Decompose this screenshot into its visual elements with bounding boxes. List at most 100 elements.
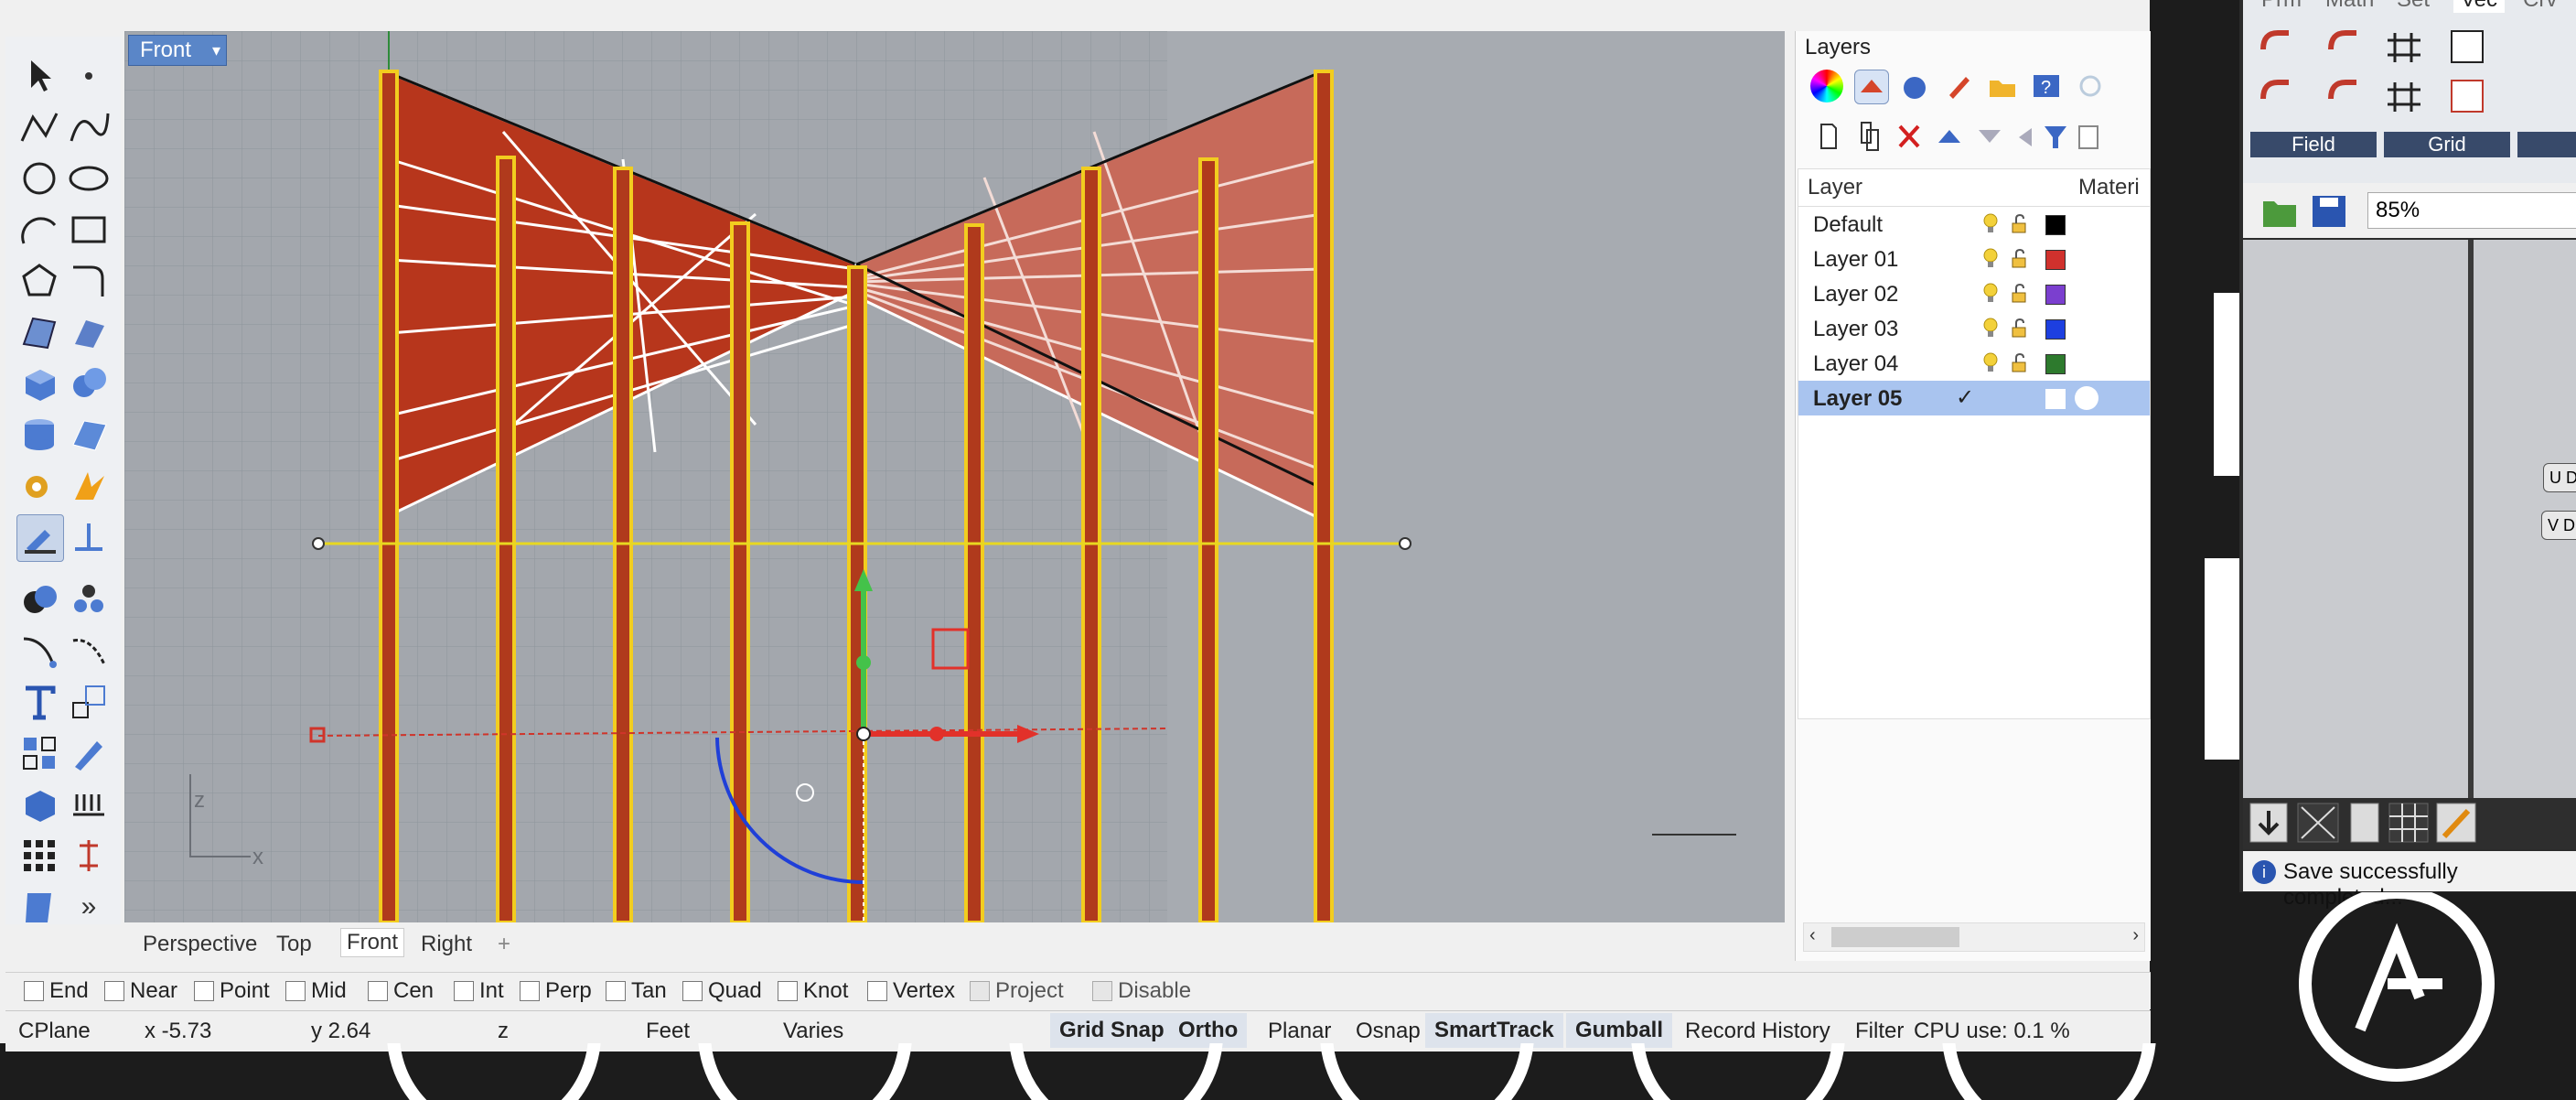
document-icon[interactable] (2350, 803, 2379, 843)
cplane-label[interactable]: CPlane (18, 1019, 91, 1044)
osnap-cen[interactable]: Cen (368, 978, 434, 1004)
horizontal-scrollbar[interactable]: ‹ › (1803, 922, 2145, 952)
group-label-next[interactable] (2517, 132, 2576, 157)
move-down-icon[interactable] (1979, 130, 2001, 143)
sketch-pen-icon[interactable] (2436, 803, 2476, 843)
osnap-toggle[interactable]: Osnap (1356, 1019, 1421, 1044)
front-viewport[interactable]: z x (124, 31, 1785, 922)
osnap-point[interactable]: Point (194, 978, 270, 1004)
open-file-icon[interactable] (2263, 201, 2296, 227)
layer-tools-icon[interactable] (2078, 125, 2098, 149)
text-icon[interactable] (16, 679, 62, 725)
planar-toggle[interactable]: Planar (1268, 1019, 1331, 1044)
gh-tab-set[interactable]: Set (2397, 0, 2430, 13)
checkbox-icon[interactable] (24, 981, 44, 1001)
dots-group-icon[interactable] (66, 577, 112, 622)
checkbox-icon[interactable] (368, 981, 388, 1001)
layer-color-swatch[interactable] (2045, 215, 2066, 235)
unlocked-icon[interactable] (2011, 318, 2029, 339)
sphere-icon[interactable] (66, 361, 112, 406)
delete-layer-icon[interactable] (1898, 124, 1920, 148)
visible-bulb-icon[interactable] (1981, 351, 2000, 373)
layer-row-03[interactable]: Layer 03 (1798, 311, 2150, 346)
scroll-left-chevron-icon[interactable]: ‹ (1809, 925, 1816, 946)
layer-color-swatch[interactable] (2045, 285, 2066, 305)
scale-icon[interactable] (66, 679, 112, 725)
gh-tab-prm[interactable]: Prm (2261, 0, 2302, 13)
explode-icon[interactable] (66, 463, 112, 509)
layer-color-swatch[interactable] (2045, 354, 2066, 374)
current-layer[interactable]: Varies (783, 1019, 843, 1044)
group-label-field[interactable]: Field (2250, 132, 2377, 157)
new-sublayer-icon[interactable] (1861, 122, 1879, 151)
scroll-right-chevron-icon[interactable]: › (2132, 925, 2139, 946)
layer-row-01[interactable]: Layer 01 (1798, 242, 2150, 276)
line-charge-icon[interactable] (2328, 80, 2356, 100)
rebuild-curve-icon[interactable] (66, 628, 112, 674)
osnap-int[interactable]: Int (454, 978, 504, 1004)
help-icon[interactable]: ? (2030, 70, 2063, 102)
extrude-icon[interactable] (66, 309, 112, 355)
layers-tab-icon[interactable] (1854, 70, 1889, 104)
render-icon[interactable] (1898, 70, 1931, 102)
block-icon[interactable] (16, 782, 62, 827)
gh-tab-crv[interactable]: Crv (2523, 0, 2557, 13)
visible-bulb-icon[interactable] (1981, 212, 2000, 234)
osnap-near[interactable]: Near (104, 978, 177, 1004)
bake-icon[interactable] (2249, 803, 2288, 843)
move-up-icon[interactable] (1938, 130, 1960, 143)
viewport-menu-chevron-icon[interactable]: ▾ (212, 36, 220, 65)
osnap-knot[interactable]: Knot (778, 978, 848, 1004)
cylinder-icon[interactable] (16, 412, 62, 458)
tab-right[interactable]: Right (421, 932, 472, 957)
preview-mesh-icon[interactable] (2297, 803, 2339, 843)
tab-perspective[interactable]: Perspective (143, 932, 257, 957)
filter-toggle[interactable]: Filter (1855, 1019, 1904, 1044)
osnap-perp[interactable]: Perp (520, 978, 592, 1004)
osnap-end[interactable]: End (24, 978, 89, 1004)
osnap-quad[interactable]: Quad (682, 978, 762, 1004)
settings-gear-icon[interactable] (2074, 70, 2107, 102)
properties-color-icon[interactable] (1810, 70, 1843, 102)
osnap-tan[interactable]: Tan (606, 978, 667, 1004)
tab-top[interactable]: Top (276, 932, 312, 957)
unlocked-icon[interactable] (2011, 284, 2029, 304)
checkbox-icon[interactable] (285, 981, 306, 1001)
polygon-icon[interactable] (16, 258, 62, 304)
dimension-icon[interactable] (66, 833, 112, 879)
materials-icon[interactable] (1942, 70, 1975, 102)
layer-row-default[interactable]: Default (1798, 207, 2150, 242)
magnet-field-icon[interactable] (2260, 30, 2289, 50)
osnap-mid[interactable]: Mid (285, 978, 347, 1004)
checkbox-icon[interactable] (682, 981, 703, 1001)
checkbox-icon[interactable] (194, 981, 214, 1001)
grid-preview-icon[interactable] (2388, 803, 2429, 843)
more-tools-chevron-icon[interactable]: » (66, 884, 112, 930)
populate-2d-icon[interactable] (2451, 30, 2484, 63)
checkbox-icon[interactable] (606, 981, 626, 1001)
column-material[interactable]: Materi (2078, 175, 2140, 200)
add-viewport-tab-icon[interactable]: + (498, 932, 510, 957)
checkbox-icon[interactable] (520, 981, 540, 1001)
populate-region-icon[interactable] (2451, 80, 2484, 113)
curve-icon[interactable] (66, 104, 112, 150)
visible-bulb-icon[interactable] (1981, 282, 2000, 304)
folder-icon[interactable] (1986, 70, 2019, 102)
group-label-grid[interactable]: Grid (2384, 132, 2510, 157)
checkbox-icon[interactable] (454, 981, 474, 1001)
visible-bulb-icon[interactable] (1981, 247, 2000, 269)
polyline-icon[interactable] (16, 104, 62, 150)
grasshopper-canvas[interactable]: U D V D (2243, 240, 2576, 798)
viewport-model-canvas[interactable]: z x (124, 31, 1785, 922)
sheet-icon[interactable] (16, 884, 62, 930)
grid-array-icon[interactable] (16, 833, 62, 879)
unlocked-icon[interactable] (2011, 353, 2029, 373)
osnap-project[interactable]: Project (970, 978, 1064, 1004)
boolean-icon[interactable] (16, 577, 62, 622)
scrollbar-thumb[interactable] (1831, 927, 1959, 947)
checkbox-icon[interactable] (104, 981, 124, 1001)
surface-corner-icon[interactable] (16, 309, 62, 355)
checkbox-icon[interactable] (778, 981, 798, 1001)
checkbox-icon[interactable] (867, 981, 887, 1001)
mesh-icon[interactable] (66, 412, 112, 458)
